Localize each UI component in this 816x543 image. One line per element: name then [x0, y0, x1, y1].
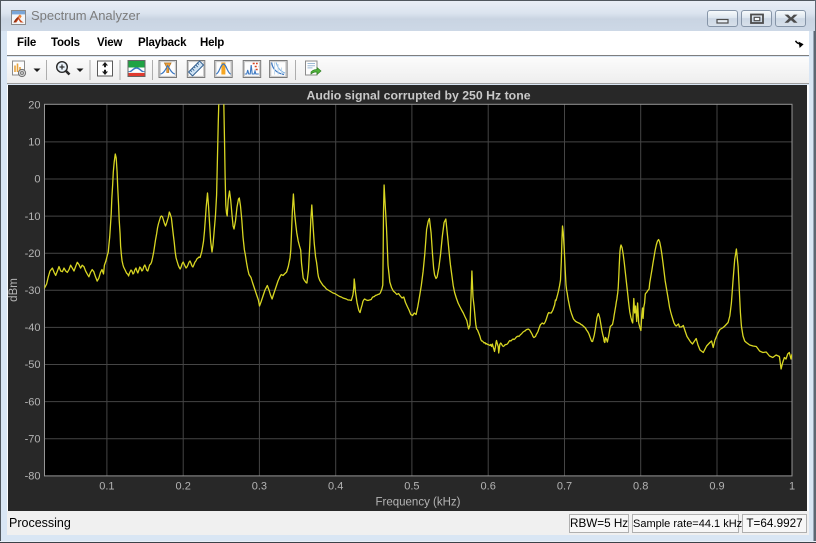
svg-text:0.2: 0.2 — [176, 481, 191, 493]
svg-text:-30: -30 — [25, 285, 41, 297]
svg-text:-50: -50 — [25, 359, 41, 371]
svg-text:Audio signal corrupted by 250: Audio signal corrupted by 250 Hz tone — [306, 89, 530, 103]
svg-text:0.5: 0.5 — [404, 481, 419, 493]
svg-text:10: 10 — [28, 137, 40, 149]
svg-text:0.4: 0.4 — [328, 481, 343, 493]
svg-text:-60: -60 — [25, 396, 41, 408]
svg-text:20: 20 — [28, 100, 40, 112]
svg-text:0.8: 0.8 — [633, 481, 648, 493]
svg-text:0.6: 0.6 — [481, 481, 496, 493]
svg-text:-70: -70 — [25, 433, 41, 445]
svg-text:-20: -20 — [25, 248, 41, 260]
svg-text:Frequency (kHz): Frequency (kHz) — [376, 497, 461, 509]
svg-text:1: 1 — [789, 481, 795, 493]
svg-text:0.1: 0.1 — [99, 481, 114, 493]
svg-text:0.9: 0.9 — [709, 481, 724, 493]
svg-text:0.3: 0.3 — [252, 481, 267, 493]
svg-text:dBm: dBm — [8, 278, 20, 302]
svg-text:-40: -40 — [25, 322, 41, 334]
svg-text:0.7: 0.7 — [557, 481, 572, 493]
svg-text:-10: -10 — [25, 211, 41, 223]
svg-text:0: 0 — [34, 174, 40, 186]
svg-text:-80: -80 — [25, 471, 41, 483]
